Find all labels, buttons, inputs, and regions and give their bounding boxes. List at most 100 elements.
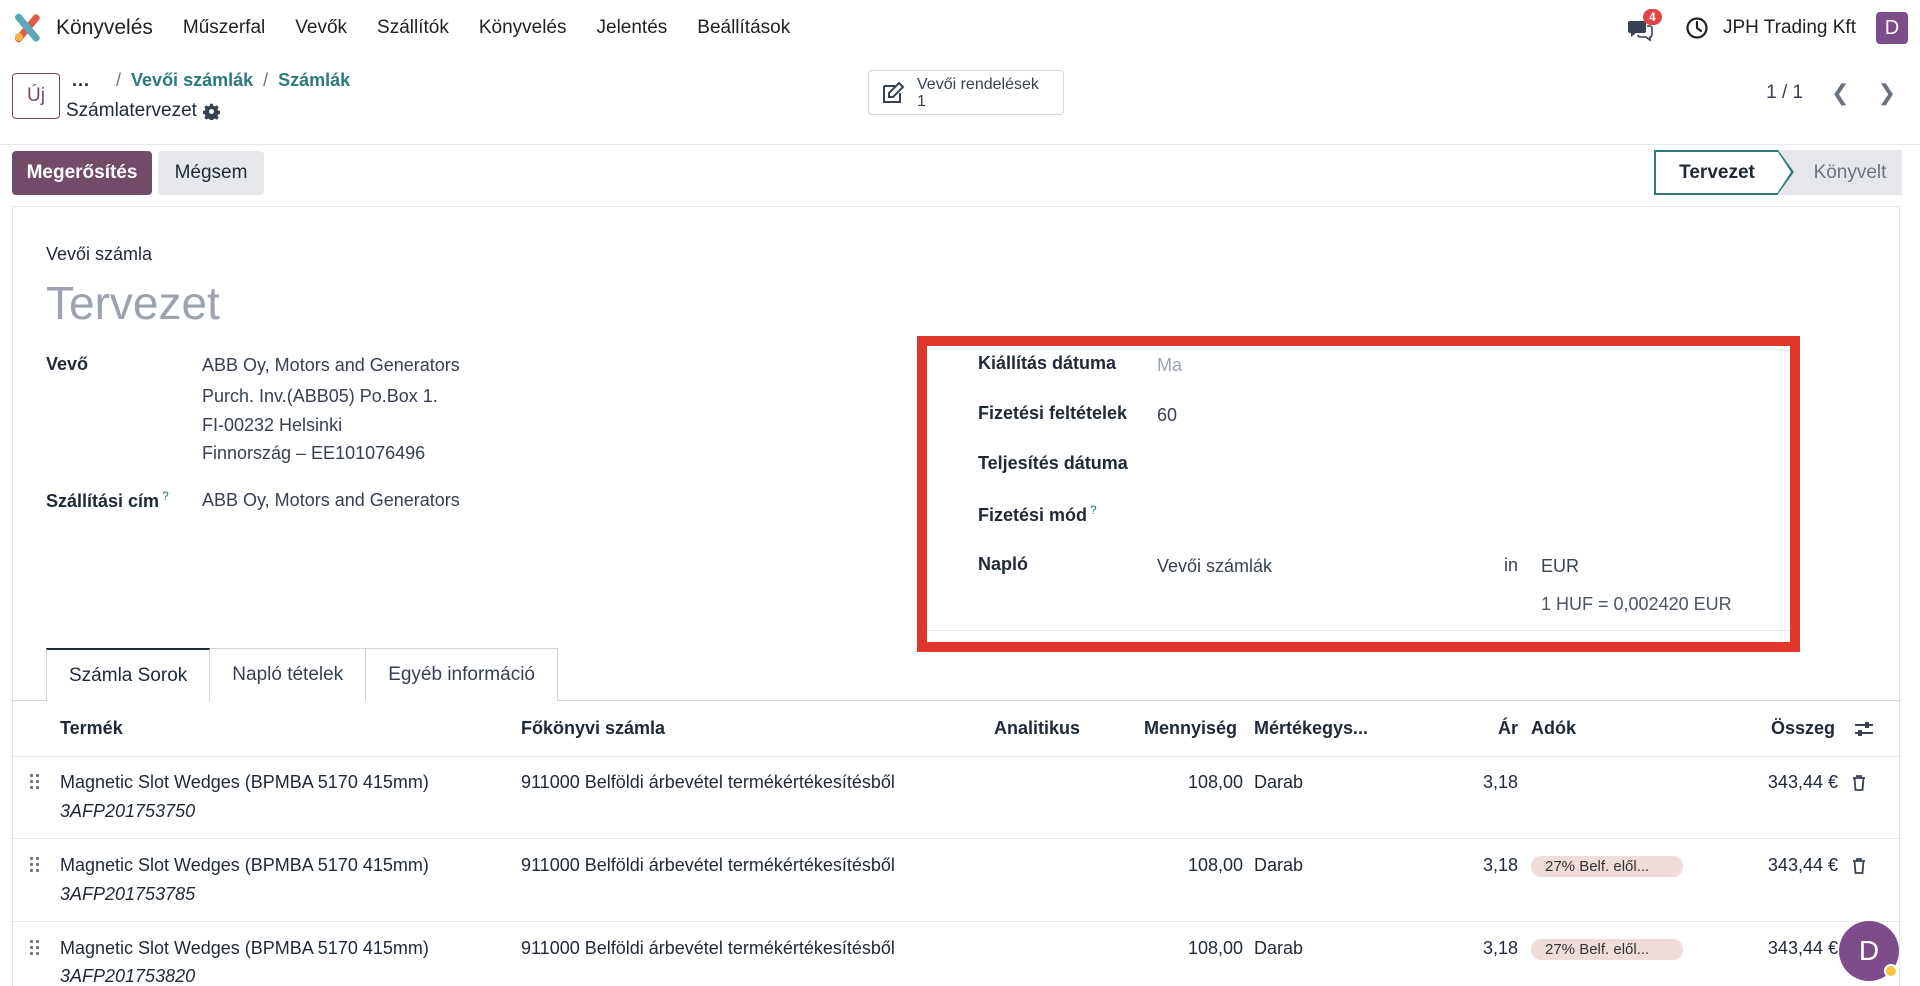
delivery-address-label-text: Szállítási cím	[46, 491, 160, 511]
cell-account[interactable]: 911000 Belföldi árbevétel termékértékesí…	[521, 772, 895, 793]
menu-dashboard[interactable]: Műszerfal	[183, 17, 265, 39]
cell-account[interactable]: 911000 Belföldi árbevétel termékértékesí…	[521, 855, 895, 876]
cell-uom[interactable]: Darab	[1254, 772, 1303, 793]
column-header-amount[interactable]: Összeg	[1771, 718, 1835, 739]
smart-button-label: Vevői rendelések	[917, 75, 1039, 93]
currency-field[interactable]: EUR	[1541, 556, 1579, 577]
cell-price[interactable]: 3,18	[1420, 772, 1518, 793]
pager-value[interactable]: 1 / 1	[1766, 82, 1803, 104]
delivery-address-label: Szállítási cím?	[46, 489, 169, 512]
clock-icon[interactable]	[1685, 16, 1709, 40]
record-name: Számlatervezet	[66, 100, 220, 122]
payment-method-label-text: Fizetési mód	[978, 505, 1088, 525]
drag-handle-icon[interactable]	[30, 774, 42, 792]
cell-product[interactable]: Magnetic Slot Wedges (BPMBA 5170 415mm)	[60, 938, 429, 959]
cell-product[interactable]: Magnetic Slot Wedges (BPMBA 5170 415mm)	[60, 772, 429, 793]
app-name[interactable]: Könyvelés	[56, 16, 153, 40]
smart-button-count: 1	[917, 92, 926, 110]
journal-field[interactable]: Vevői számlák	[1157, 556, 1272, 577]
gear-icon[interactable]	[202, 103, 220, 120]
cell-amount: 343,44 €	[1767, 938, 1838, 958]
breadcrumb-more-button[interactable]: ...	[72, 70, 90, 91]
help-icon[interactable]: ?	[162, 489, 169, 503]
customer-address-line: Finnország – EE101076496	[202, 443, 426, 463]
sale-orders-smart-button[interactable]: Vevői rendelések 1	[868, 70, 1064, 115]
edit-icon	[883, 81, 905, 103]
status-draft[interactable]: Tervezet	[1654, 150, 1794, 195]
row-divider	[12, 921, 1900, 922]
status-posted[interactable]: Könyvelt	[1778, 150, 1902, 195]
document-title: Tervezet	[46, 277, 220, 329]
trash-icon[interactable]	[1851, 857, 1867, 875]
column-header-taxes[interactable]: Adók	[1531, 718, 1576, 739]
currency-rate: 1 HUF = 0,002420 EUR	[1541, 594, 1732, 614]
tax-badge[interactable]: 27% Belf. elől...	[1531, 856, 1683, 877]
breadcrumb-separator: /	[263, 70, 269, 90]
cell-product[interactable]: Magnetic Slot Wedges (BPMBA 5170 415mm)	[60, 855, 429, 876]
breadcrumb-invoices[interactable]: Számlák	[278, 70, 350, 91]
cell-product-ref: 3AFP201753820	[60, 966, 196, 986]
cell-quantity[interactable]: 108,00	[1100, 772, 1243, 793]
tab-invoice-lines[interactable]: Számla Sorok	[46, 648, 211, 702]
cell-amount: 343,44 €	[1767, 855, 1838, 875]
help-icon[interactable]: ?	[1090, 503, 1097, 517]
customer-address-line: Purch. Inv.(ABB05) Po.Box 1.	[202, 386, 438, 406]
table-header-divider	[12, 756, 1900, 757]
customer-name[interactable]: ABB Oy, Motors and Generators	[202, 355, 460, 376]
payment-method-field[interactable]	[1157, 505, 1757, 527]
app-logo-icon[interactable]	[12, 13, 42, 43]
confirm-button[interactable]: Megerősítés	[12, 151, 152, 195]
tab-journal-items[interactable]: Napló tételek	[209, 648, 367, 701]
column-header-uom[interactable]: Mértékegys...	[1254, 718, 1368, 739]
menu-vendors[interactable]: Szállítók	[377, 17, 449, 39]
user-avatar[interactable]: D	[1876, 12, 1908, 44]
move-type-label: Vevői számla	[46, 244, 153, 264]
menu-accounting[interactable]: Könyvelés	[479, 17, 567, 39]
delivery-date-input[interactable]	[1157, 455, 1757, 477]
record-name-label: Számlatervezet	[66, 100, 197, 121]
cell-price[interactable]: 3,18	[1420, 938, 1518, 959]
tax-badge[interactable]: 27% Belf. elől...	[1531, 939, 1683, 960]
cancel-button[interactable]: Mégsem	[158, 151, 264, 195]
messages-button[interactable]: 4	[1627, 9, 1662, 43]
column-header-quantity[interactable]: Mennyiség	[1144, 718, 1237, 739]
cell-uom[interactable]: Darab	[1254, 855, 1303, 876]
breadcrumb: ... / Vevői számlák / Számlák	[72, 70, 350, 91]
new-button[interactable]: Új	[12, 73, 60, 119]
pager-next-icon[interactable]: ❯	[1878, 80, 1896, 106]
delivery-address-field[interactable]: ABB Oy, Motors and Generators	[202, 490, 460, 511]
breadcrumb-separator: /	[116, 70, 122, 90]
pager: 1 / 1 ❮ ❯	[1766, 80, 1896, 106]
column-header-analytic[interactable]: Analitikus	[994, 718, 1080, 739]
column-header-product[interactable]: Termék	[60, 718, 123, 739]
breadcrumb-customer-invoices[interactable]: Vevői számlák	[131, 70, 253, 91]
tab-other-info[interactable]: Egyéb információ	[365, 648, 558, 701]
payment-terms-field[interactable]: 60	[1157, 405, 1177, 426]
cell-uom[interactable]: Darab	[1254, 938, 1303, 959]
cell-quantity[interactable]: 108,00	[1100, 938, 1243, 959]
invoice-date-label: Kiállítás dátuma	[978, 353, 1117, 373]
payment-terms-label: Fizetési feltételek	[978, 403, 1128, 423]
cell-price[interactable]: 3,18	[1420, 855, 1518, 876]
cell-product-ref: 3AFP201753785	[60, 884, 196, 904]
company-switcher[interactable]: JPH Trading Kft	[1723, 17, 1856, 39]
cell-quantity[interactable]: 108,00	[1100, 855, 1243, 876]
menu-configuration[interactable]: Beállítások	[697, 17, 790, 39]
cell-product-ref: 3AFP201753750	[60, 801, 196, 821]
cell-account[interactable]: 911000 Belföldi árbevétel termékértékesí…	[521, 938, 895, 959]
pager-previous-icon[interactable]: ❮	[1831, 80, 1849, 106]
customer-label: Vevő	[46, 354, 89, 374]
invoice-date-input[interactable]: Ma	[1157, 355, 1182, 376]
online-status-dot	[1884, 964, 1898, 978]
menu-reporting[interactable]: Jelentés	[597, 17, 668, 39]
drag-handle-icon[interactable]	[30, 857, 42, 875]
cell-amount: 343,44 €	[1767, 772, 1838, 792]
menu-customers[interactable]: Vevők	[295, 17, 347, 39]
trash-icon[interactable]	[1851, 774, 1867, 792]
customer-address-line: FI-00232 Helsinki	[202, 415, 343, 435]
column-header-price[interactable]: Ár	[1498, 718, 1518, 739]
delivery-date-label: Teljesítés dátuma	[978, 453, 1128, 473]
optional-columns-icon[interactable]	[1854, 720, 1874, 738]
drag-handle-icon[interactable]	[30, 940, 42, 958]
column-header-account[interactable]: Főkönyvi számla	[521, 718, 665, 739]
